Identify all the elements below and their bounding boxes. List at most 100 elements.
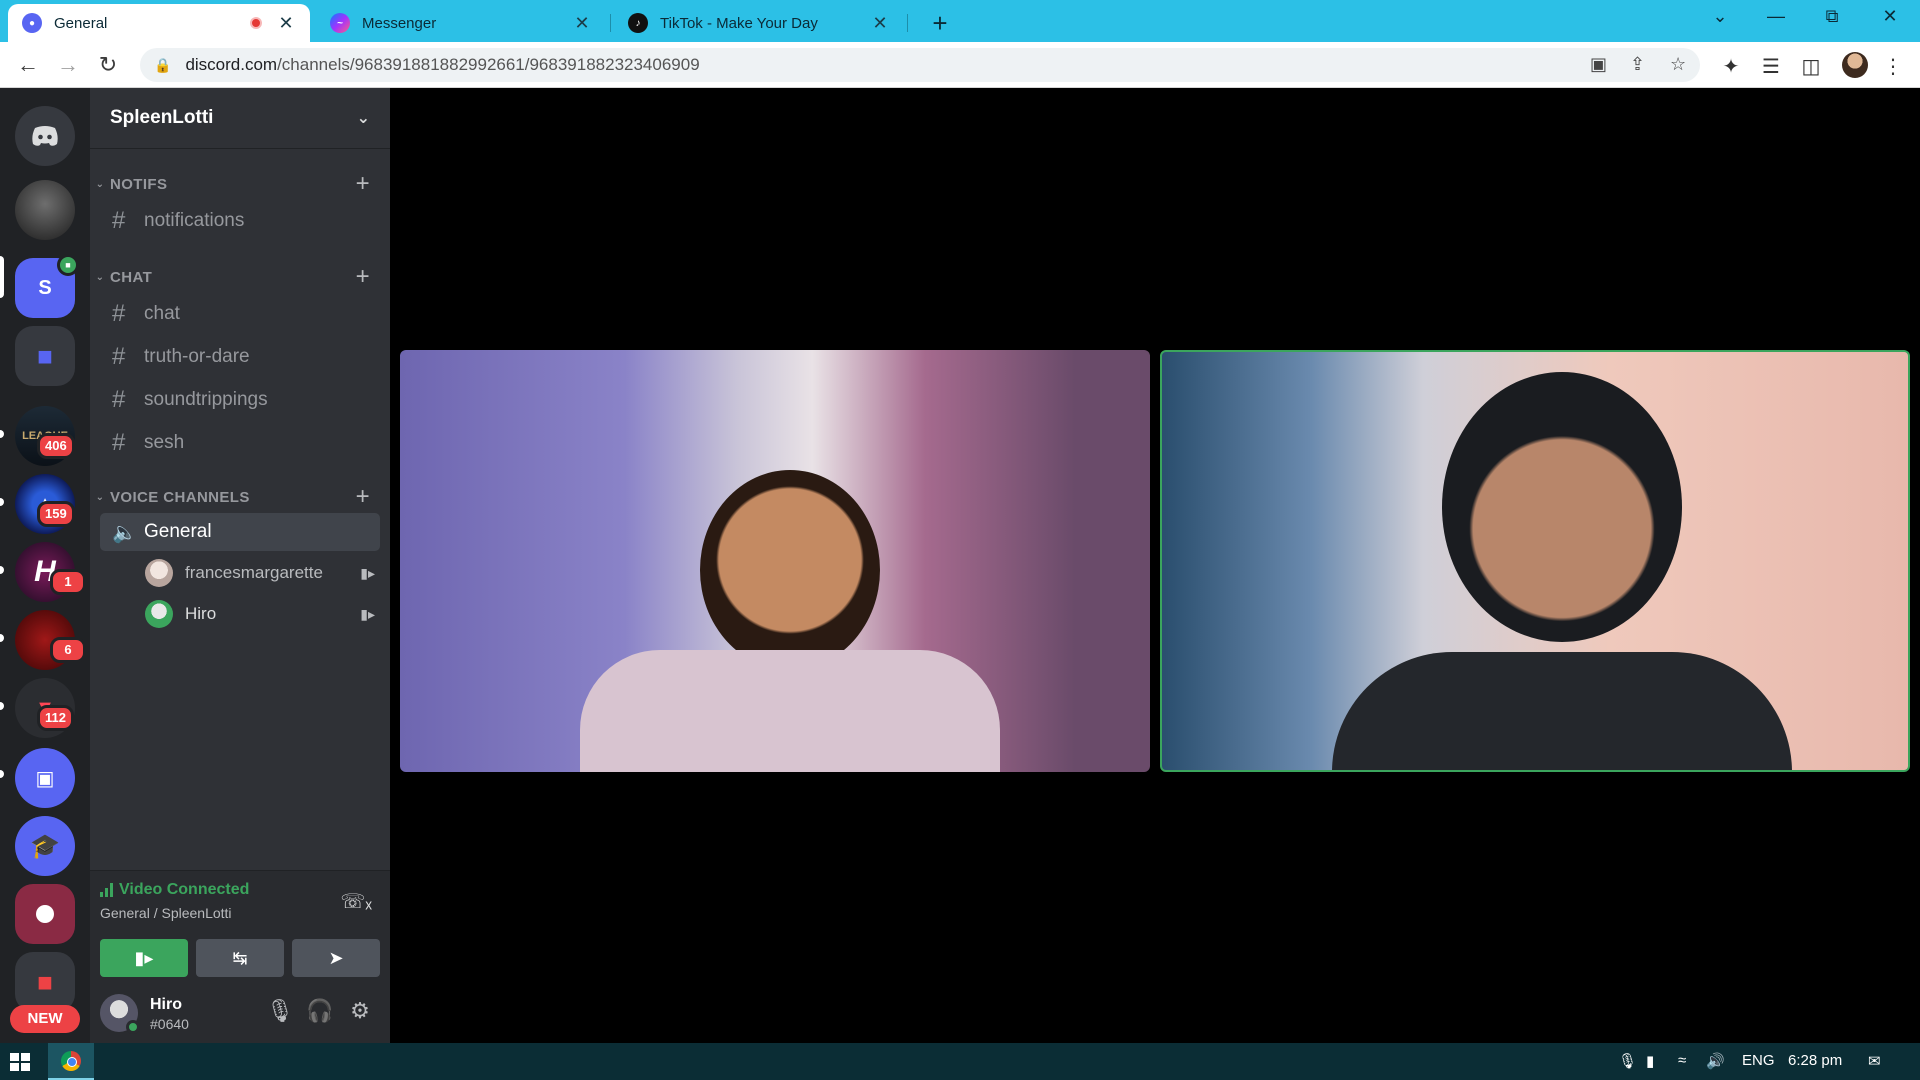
channel-chat[interactable]: # chat [100, 295, 380, 333]
forward-button[interactable]: → [54, 52, 82, 80]
camera-toggle-button[interactable]: ▮▸ [100, 939, 188, 977]
tab-title: TikTok - Make Your Day [660, 14, 818, 32]
user-tag: #0640 [150, 1016, 189, 1032]
clock[interactable]: 6:28 pm [1788, 1052, 1842, 1069]
channel-sidebar: SpleenLotti ⌄ ⌄ NOTIFS + # notifications… [90, 88, 390, 1043]
tab-title: Messenger [362, 14, 437, 32]
voice-user-name: francesmargarette [185, 563, 323, 582]
channel-soundtrippings[interactable]: # soundtrippings [100, 381, 380, 419]
voice-channel-general[interactable]: 🔈 General [100, 513, 380, 551]
participant-body [580, 650, 1000, 772]
channel-sesh[interactable]: # sesh [100, 424, 380, 462]
activity-button[interactable]: ➤ [292, 939, 380, 977]
voice-connection-panel: Video Connected General / SpleenLotti ☏ₓ… [90, 870, 390, 982]
windows-start-icon[interactable] [10, 1053, 30, 1071]
media-control-icon[interactable]: ☰ [1758, 54, 1784, 79]
voice-status[interactable]: Video Connected [100, 881, 249, 899]
tiktok-icon: ♪ [628, 13, 648, 33]
tab-tiktok[interactable]: ♪ TikTok - Make Your Day ✕ [614, 4, 904, 42]
channel-notifications[interactable]: # notifications [100, 202, 380, 240]
voice-user-hiro[interactable]: Hiro ▮▸ [145, 597, 375, 631]
online-status-icon [126, 1020, 140, 1034]
share-icon[interactable]: ⇪ [1630, 54, 1645, 75]
new-badge[interactable]: NEW [10, 1005, 80, 1033]
channel-name: soundtrippings [144, 389, 268, 410]
microphone-icon[interactable]: 🎙 [1618, 1052, 1637, 1070]
profile-avatar[interactable] [1842, 52, 1868, 78]
graduation-cap-icon[interactable]: 🎓 [15, 816, 75, 876]
category-name: CHAT [110, 268, 153, 286]
channel-truth-or-dare[interactable]: # truth-or-dare [100, 338, 380, 376]
chevron-down-icon: ⌄ [356, 110, 370, 127]
side-panel-icon[interactable]: ◫ [1798, 54, 1824, 79]
close-icon[interactable]: ✕ [276, 13, 296, 34]
add-channel-icon[interactable]: + [356, 263, 370, 291]
server-list: S ■ ■ LEAGUE 406 ▲ 159 H 1 6 ▼ 112 ▣ 🎓 ■… [0, 88, 90, 1043]
language-indicator[interactable]: ENG [1742, 1052, 1775, 1069]
dark-art-server-icon[interactable] [15, 180, 75, 240]
microphone-icon[interactable]: 🎙 [264, 998, 296, 1024]
video-stage [390, 88, 1920, 1043]
category-notifs[interactable]: ⌄ NOTIFS + [90, 170, 390, 198]
mention-badge: 6 [50, 637, 86, 663]
back-button[interactable]: ← [14, 52, 42, 80]
signal-strength-icon [100, 883, 113, 897]
close-icon[interactable]: ✕ [870, 13, 890, 34]
category-voice-channels[interactable]: ⌄ VOICE CHANNELS + [90, 483, 390, 511]
hash-icon: # [112, 207, 126, 234]
channel-name: truth-or-dare [144, 346, 250, 367]
anime-server-icon[interactable] [15, 884, 75, 944]
recording-icon [250, 17, 262, 29]
disconnect-icon[interactable]: ☏ₓ [340, 889, 372, 914]
battery-icon[interactable]: ▮ [1646, 1052, 1654, 1070]
video-tile-francesmargarette[interactable] [400, 350, 1150, 772]
unread-pill [0, 702, 4, 710]
bot-server-icon[interactable]: ▣ [15, 748, 75, 808]
mention-badge: 1 [50, 569, 86, 595]
chrome-icon [61, 1050, 81, 1071]
mention-badge: 406 [37, 433, 75, 459]
minimize-button[interactable]: — [1756, 6, 1796, 27]
unread-pill [0, 430, 4, 438]
volume-icon[interactable]: 🔊 [1706, 1052, 1725, 1070]
voice-location[interactable]: General / SpleenLotti [100, 905, 232, 921]
bookmark-star-icon[interactable]: ☆ [1670, 54, 1686, 75]
category-name: NOTIFS [110, 175, 168, 193]
avatar [145, 559, 173, 587]
chrome-taskbar-button[interactable] [48, 1043, 94, 1080]
menu-kebab-icon[interactable]: ⋮ [1880, 54, 1906, 79]
close-icon[interactable]: ✕ [572, 13, 592, 34]
add-channel-icon[interactable]: + [356, 483, 370, 511]
server-initial: S [38, 276, 52, 299]
selected-pill [0, 256, 4, 296]
voice-user-francesmargarette[interactable]: francesmargarette ▮▸ [145, 556, 375, 590]
add-channel-icon[interactable]: + [356, 170, 370, 198]
category-chat[interactable]: ⌄ CHAT + [90, 263, 390, 291]
video-tile-hiro[interactable] [1160, 350, 1910, 772]
restore-button[interactable]: ⧉ [1812, 6, 1852, 27]
screen-share-button[interactable]: ↹ [196, 939, 284, 977]
extensions-icon[interactable]: ✦ [1718, 54, 1744, 79]
pink-folder-icon[interactable]: ■ [15, 952, 75, 1012]
tab-general[interactable]: ● General ✕ [8, 4, 310, 42]
wifi-icon[interactable]: ≈ [1678, 1052, 1686, 1069]
tab-separator [907, 14, 908, 32]
notifications-icon[interactable]: ✉ [1868, 1052, 1881, 1070]
hash-icon: # [112, 343, 126, 370]
video-camera-icon: ▮▸ [360, 564, 375, 581]
folder-icon[interactable]: ■ [15, 326, 75, 386]
tab-search-icon[interactable]: ⌄ [1700, 6, 1740, 27]
new-tab-button[interactable]: + [925, 8, 955, 39]
reload-button[interactable]: ↻ [94, 52, 122, 80]
discord-home-icon[interactable] [15, 106, 75, 166]
headphones-icon[interactable]: 🎧 [304, 998, 336, 1024]
address-bar[interactable]: 🔒 discord.com/channels/96839188188299266… [140, 48, 1700, 82]
avatar[interactable] [100, 994, 140, 1034]
close-window-button[interactable]: ✕ [1870, 6, 1910, 27]
tab-messenger[interactable]: ~ Messenger ✕ [316, 4, 606, 42]
server-header[interactable]: SpleenLotti ⌄ [90, 88, 390, 149]
gear-icon[interactable]: ⚙ [344, 998, 376, 1024]
rocket-icon: ➤ [328, 947, 344, 968]
camera-icon[interactable]: ▣ [1590, 54, 1607, 75]
spleenlotti-server-icon[interactable]: S ■ [15, 254, 79, 318]
